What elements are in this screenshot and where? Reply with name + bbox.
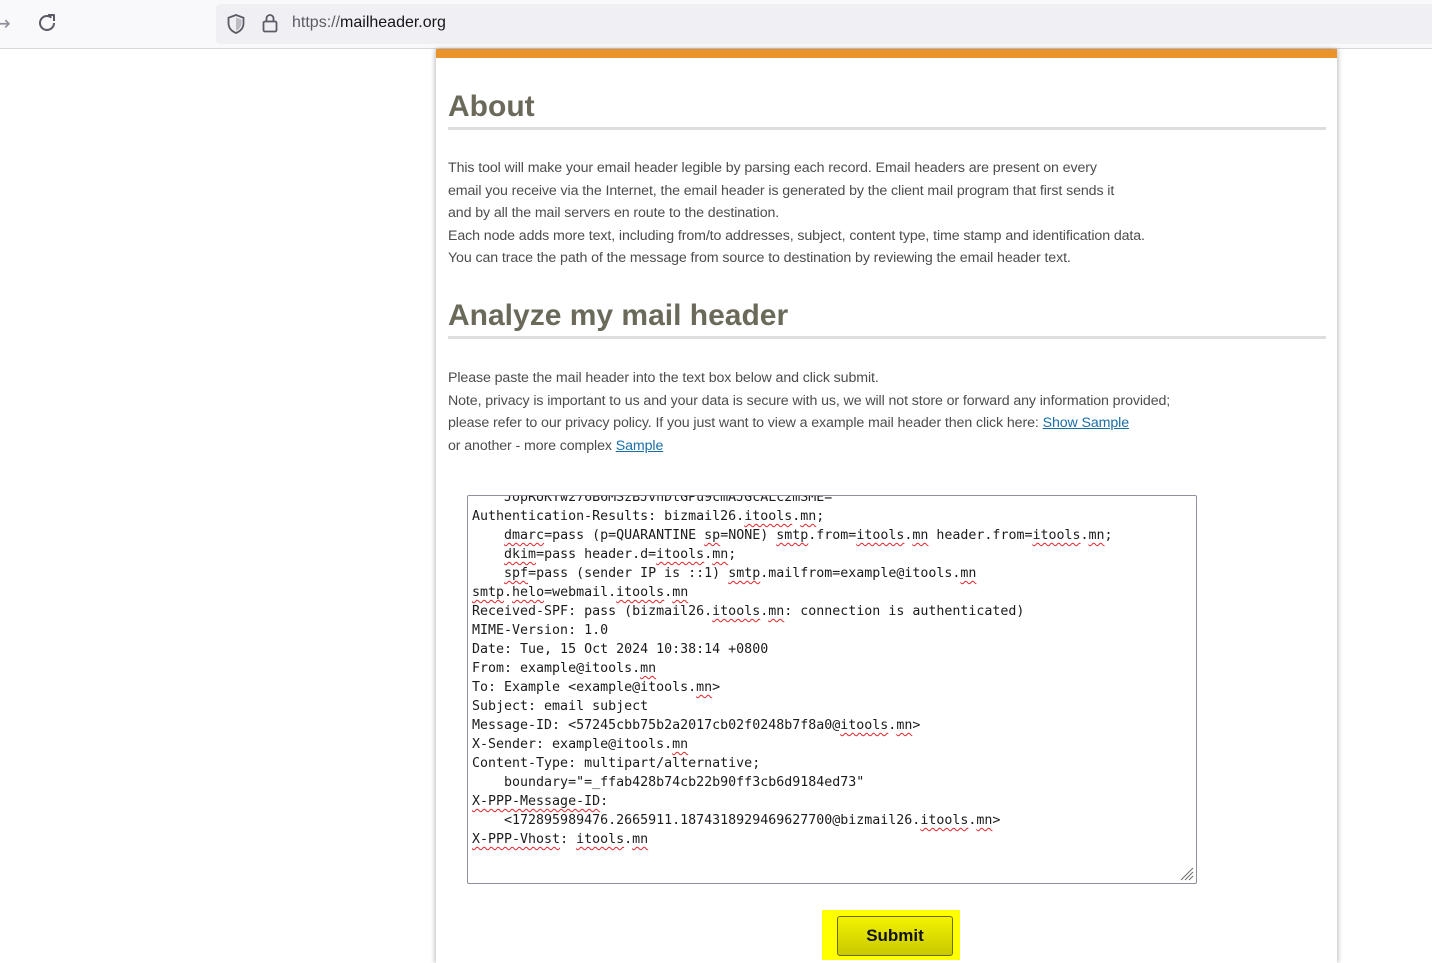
header-line: Received-SPF: pass (bizmail26.itools.mn:… <box>472 604 1025 619</box>
header-line: <172895989476.2665911.187431892946962770… <box>472 813 1001 828</box>
tracking-shield-icon[interactable] <box>225 13 247 35</box>
resize-grip-icon[interactable] <box>1178 865 1194 881</box>
about-line: You can trace the path of the message fr… <box>448 250 1071 266</box>
about-line: email you receive via the Internet, the … <box>448 182 1115 199</box>
show-sample-link[interactable]: Show Sample <box>1043 415 1130 431</box>
browser-toolbar: → https://mailheader.org <box>0 0 1432 49</box>
header-line: Authentication-Results: bizmail26.itools… <box>472 509 825 524</box>
about-line: Each node adds more text, including from… <box>448 227 1145 244</box>
header-line: To: Example <example@itools.mn> <box>472 680 721 695</box>
about-line: and by all the mail servers en route to … <box>448 205 780 221</box>
lock-icon[interactable] <box>260 12 280 34</box>
header-line: smtp.helo=webmail.itools.mn <box>472 585 689 600</box>
analyze-line: please refer to our privacy policy. If y… <box>448 412 1328 435</box>
header-line: From: example@itools.mn <box>472 661 657 676</box>
accent-bar <box>436 49 1337 58</box>
about-text: This tool will make your email header le… <box>448 157 1328 270</box>
header-line: dmarc=pass (p=QUARANTINE sp=NONE) smtp.f… <box>504 528 1113 543</box>
header-line: Subject: email subject <box>472 699 649 714</box>
analyze-heading: Analyze my mail header <box>448 298 1326 339</box>
forward-arrow-icon[interactable]: → <box>0 10 14 36</box>
mail-header-textarea[interactable]: JopRUKYw276B6MSzBJvhDtGPu9cmAJGcALc2mSME… <box>467 495 1197 884</box>
about-line: This tool will make your email header le… <box>448 160 1097 176</box>
submit-button[interactable]: Submit <box>837 916 953 956</box>
header-line: Content-Type: multipart/alternative; <box>472 756 761 771</box>
header-line: X-Sender: example@itools.mn <box>472 737 689 752</box>
header-line: X-PPP-Message-ID: <box>472 794 609 809</box>
address-bar[interactable]: https://mailheader.org <box>216 4 1432 44</box>
about-heading: About <box>448 89 1326 130</box>
mail-header-content[interactable]: JopRUKYw276B6MSzBJvhDtGPu9cmAJGcALc2mSME… <box>468 495 1196 849</box>
header-line: MIME-Version: 1.0 <box>472 623 609 638</box>
header-line: JopRUKYw276B6MSzBJvhDtGPu9cmAJGcALc2mSME… <box>472 495 833 505</box>
header-line: Date: Tue, 15 Oct 2024 10:38:14 +0800 <box>472 642 769 657</box>
analyze-line-text: please refer to our privacy policy. If y… <box>448 415 1043 431</box>
url-text[interactable]: https://mailheader.org <box>292 14 446 32</box>
header-line: X-PPP-Vhost: itools.mn <box>472 832 649 847</box>
analyze-line-text: or another - more complex <box>448 437 616 454</box>
header-line: dkim=pass header.d=itools.mn; <box>504 547 737 562</box>
header-line: boundary="=_ffab428b74cb22b90ff3cb6d9184… <box>472 775 865 790</box>
content-card: About This tool will make your email hea… <box>436 49 1337 963</box>
reload-icon[interactable] <box>34 10 60 36</box>
analyze-text: Please paste the mail header into the te… <box>448 367 1328 457</box>
submit-highlight: Submit <box>822 910 960 960</box>
analyze-line: or another - more complex Sample <box>448 435 1328 458</box>
sample-link[interactable]: Sample <box>616 438 664 454</box>
header-line: spf=pass (sender IP is ::1) smtp.mailfro… <box>504 566 977 581</box>
analyze-line: Please paste the mail header into the te… <box>448 370 879 386</box>
analyze-line: Note, privacy is important to us and you… <box>448 392 1171 409</box>
header-line: Message-ID: <57245cbb75b2a2017cb02f0248b… <box>472 718 921 733</box>
